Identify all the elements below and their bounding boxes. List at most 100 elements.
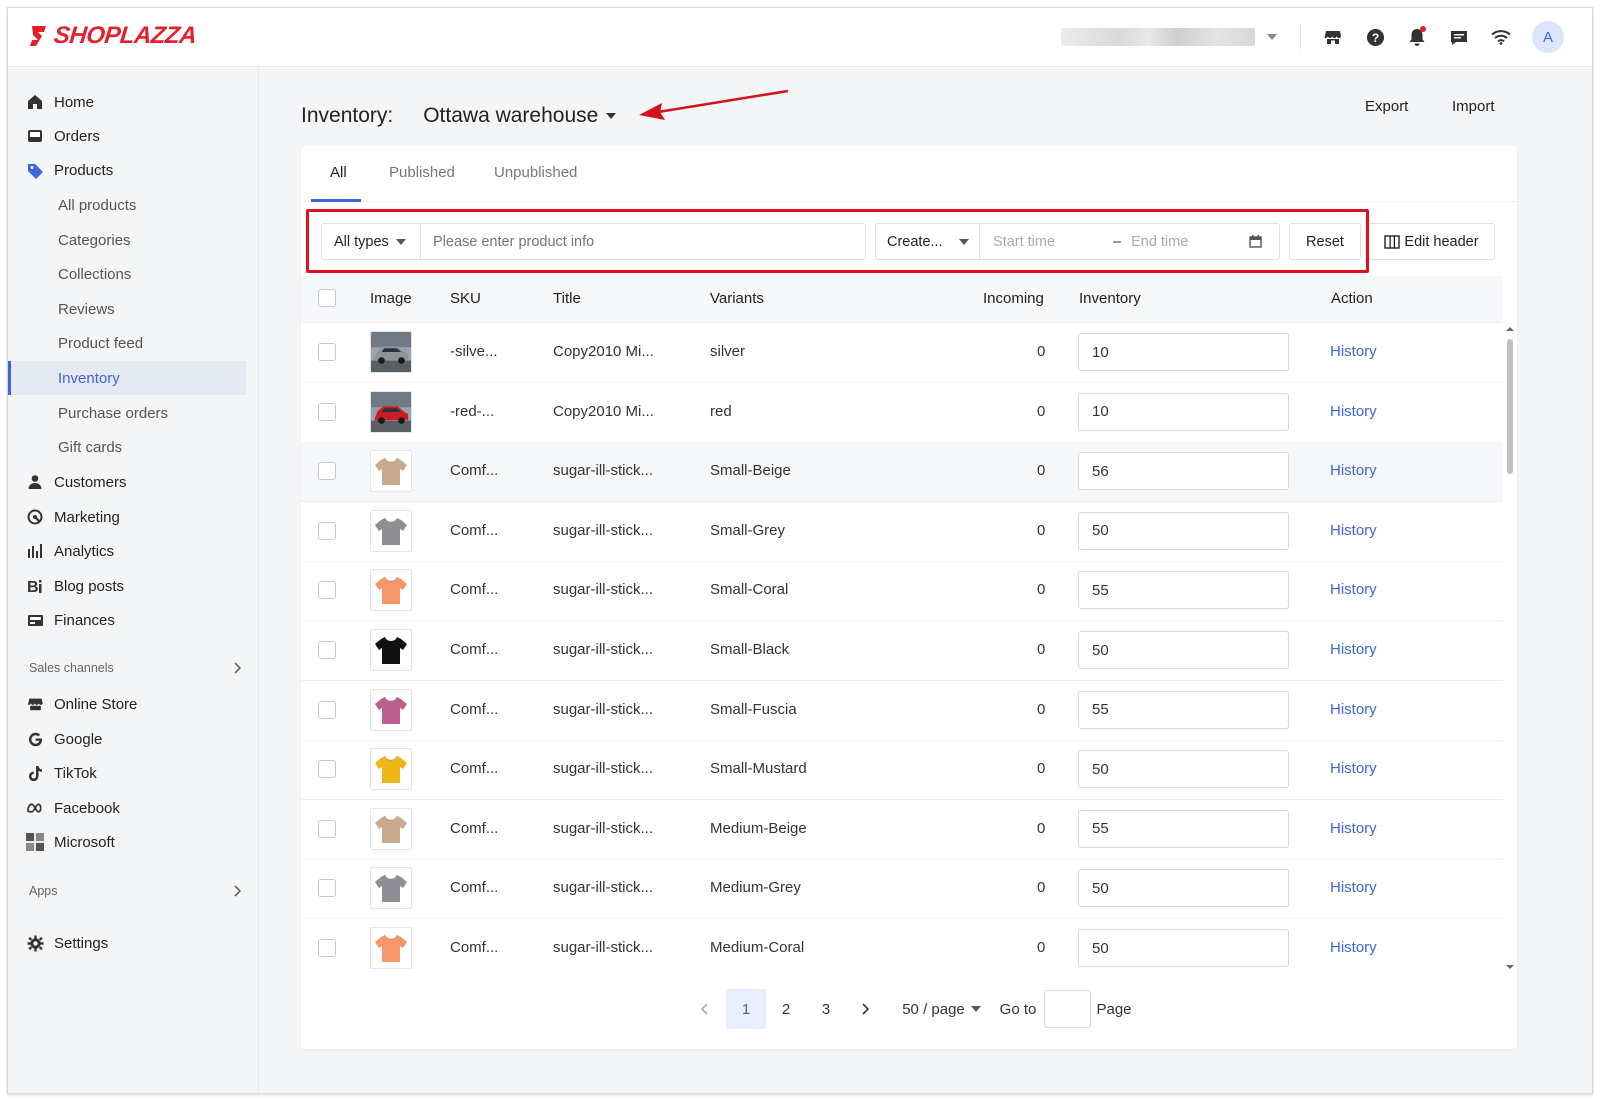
sidebar-subitem-product-feed[interactable]: Product feed	[8, 326, 246, 360]
sidebar-subitem-inventory[interactable]: Inventory	[8, 361, 246, 395]
import-button[interactable]: Import	[1452, 98, 1495, 115]
sidebar-item-google[interactable]: Google	[8, 722, 246, 756]
page-label: Page	[1096, 1000, 1132, 1018]
sidebar-subitem-purchase-orders[interactable]: Purchase orders	[8, 396, 246, 430]
page-1-button[interactable]: 1	[726, 989, 766, 1029]
marketing-icon	[26, 508, 44, 526]
inventory-input[interactable]: 55	[1078, 690, 1289, 729]
wifi-icon[interactable]	[1490, 26, 1512, 48]
help-icon[interactable]: ?	[1364, 26, 1386, 48]
type-filter-select[interactable]: All types	[322, 224, 421, 259]
chevron-down-icon	[1267, 34, 1277, 40]
page-3-button[interactable]: 3	[806, 989, 846, 1029]
logo-text: SHOPLAZZA	[52, 22, 198, 49]
scroll-thumb[interactable]	[1507, 339, 1513, 474]
sales-channels-header[interactable]: Sales channels	[29, 658, 241, 678]
row-checkbox[interactable]	[318, 521, 336, 540]
prev-page-icon[interactable]	[693, 989, 717, 1029]
inventory-input[interactable]: 50	[1078, 631, 1289, 669]
sidebar-subitem-all-products[interactable]: All products	[8, 188, 246, 222]
product-search-input[interactable]	[421, 224, 865, 259]
history-link[interactable]: History	[1330, 879, 1377, 896]
scroll-down-icon[interactable]	[1503, 963, 1517, 971]
sidebar-item-blog-posts[interactable]: B Blog posts	[8, 569, 246, 603]
history-link[interactable]: History	[1330, 403, 1377, 420]
date-field-select[interactable]: Create...	[876, 224, 980, 259]
history-link[interactable]: History	[1330, 343, 1377, 360]
select-all-checkbox[interactable]	[318, 289, 336, 307]
page-size-select[interactable]: 50 / page	[899, 989, 984, 1029]
table-row: Comf... sugar-ill-stick... Small-Coral 0…	[301, 561, 1503, 622]
row-checkbox[interactable]	[318, 760, 336, 779]
row-checkbox[interactable]	[318, 819, 336, 838]
sidebar-subitem-collections[interactable]: Collections	[8, 257, 246, 291]
sidebar-subitem-categories[interactable]: Categories	[8, 223, 246, 257]
inventory-input[interactable]: 10	[1078, 392, 1289, 431]
history-link[interactable]: History	[1330, 641, 1377, 658]
chat-icon[interactable]	[1448, 26, 1470, 48]
history-link[interactable]: History	[1330, 581, 1377, 598]
end-time-input[interactable]: End time	[1131, 234, 1249, 250]
row-checkbox[interactable]	[318, 879, 336, 898]
sku-cell: Comf...	[450, 581, 499, 599]
row-checkbox[interactable]	[318, 641, 336, 659]
row-checkbox[interactable]	[318, 700, 336, 719]
inventory-input[interactable]: 50	[1078, 929, 1289, 967]
shoplazza-logo[interactable]: SHOPLAZZA	[28, 22, 198, 50]
history-link[interactable]: History	[1330, 701, 1377, 718]
history-link[interactable]: History	[1330, 939, 1377, 956]
inventory-input[interactable]: 55	[1078, 809, 1289, 848]
inventory-input[interactable]: 56	[1078, 452, 1289, 491]
calendar-icon[interactable]	[1249, 235, 1262, 248]
edit-header-button[interactable]: Edit header	[1368, 223, 1495, 260]
inventory-input[interactable]: 50	[1078, 750, 1289, 789]
export-button[interactable]: Export	[1365, 98, 1408, 115]
row-checkbox[interactable]	[318, 939, 336, 957]
sidebar-item-label: Orders	[54, 127, 100, 145]
sidebar-item-analytics[interactable]: Analytics	[8, 534, 246, 568]
sidebar-item-facebook[interactable]: Facebook	[8, 791, 246, 825]
tab-unpublished[interactable]: Unpublished	[494, 164, 577, 181]
start-time-input[interactable]: Start time	[993, 234, 1103, 250]
sidebar-subitem-reviews[interactable]: Reviews	[8, 292, 246, 326]
history-link[interactable]: History	[1330, 522, 1377, 539]
history-link[interactable]: History	[1330, 462, 1377, 479]
row-checkbox[interactable]	[318, 402, 336, 421]
sidebar-item-orders[interactable]: Orders	[8, 119, 246, 153]
row-checkbox[interactable]	[318, 581, 336, 600]
sidebar-item-finances[interactable]: Finances	[8, 603, 246, 637]
inventory-input[interactable]: 10	[1078, 333, 1289, 371]
inventory-input[interactable]: 50	[1078, 869, 1289, 908]
sidebar-item-settings[interactable]: Settings	[8, 926, 246, 960]
range-separator: –	[1113, 233, 1122, 250]
row-checkbox[interactable]	[318, 343, 336, 361]
sidebar-item-online-store[interactable]: Online Store	[8, 687, 246, 721]
bell-icon[interactable]	[1406, 26, 1428, 48]
warehouse-selector[interactable]: Ottawa warehouse	[423, 104, 617, 128]
scroll-up-icon[interactable]	[1503, 325, 1517, 333]
goto-page-input[interactable]	[1044, 990, 1091, 1028]
next-page-icon[interactable]	[853, 989, 877, 1029]
apps-header[interactable]: Apps	[29, 881, 241, 901]
inventory-input[interactable]: 55	[1078, 571, 1289, 610]
store-selector[interactable]	[1061, 27, 1291, 47]
inventory-input[interactable]: 50	[1078, 511, 1289, 550]
history-link[interactable]: History	[1330, 820, 1377, 837]
sidebar-item-microsoft[interactable]: Microsoft	[8, 825, 246, 859]
sidebar-item-home[interactable]: Home	[8, 85, 246, 119]
incoming-cell: 0	[1037, 700, 1046, 718]
sidebar-subitem-gift-cards[interactable]: Gift cards	[8, 430, 246, 464]
sidebar-item-products[interactable]: Products	[8, 153, 246, 187]
row-checkbox[interactable]	[318, 462, 336, 481]
table-scrollbar[interactable]	[1503, 323, 1517, 973]
reset-button[interactable]: Reset	[1289, 223, 1361, 260]
history-link[interactable]: History	[1330, 760, 1377, 777]
sidebar-item-customers[interactable]: Customers	[8, 465, 246, 499]
tab-all[interactable]: All	[330, 164, 347, 181]
sidebar-item-tiktok[interactable]: TikTok	[8, 756, 246, 790]
page-2-button[interactable]: 2	[766, 989, 806, 1029]
sidebar-item-marketing[interactable]: Marketing	[8, 500, 246, 534]
tab-published[interactable]: Published	[389, 164, 455, 181]
avatar[interactable]: A	[1532, 21, 1564, 53]
store-icon[interactable]	[1322, 26, 1344, 48]
